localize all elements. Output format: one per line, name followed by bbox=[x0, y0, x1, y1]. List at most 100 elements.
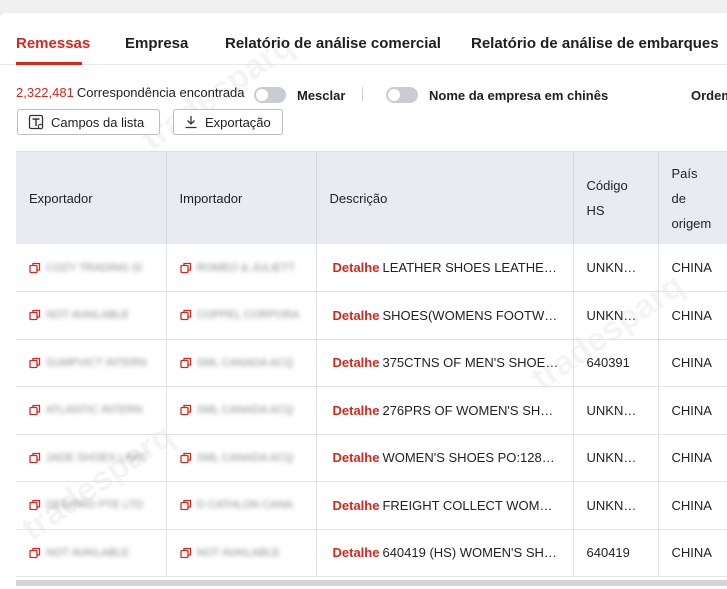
cell-importer[interactable]: SML CANADA ACQ bbox=[166, 434, 317, 482]
cell-description: Detalhe 276PRS OF WOMEN'S SHOES PO bbox=[316, 386, 574, 435]
chinese-name-toggle-label: Nome da empresa em chinês bbox=[429, 88, 609, 103]
open-company-icon[interactable] bbox=[179, 309, 192, 321]
importer-name[interactable]: NOT AVAILABLE bbox=[197, 547, 280, 559]
tab-bar: Remessas Empresa Relatório de análise co… bbox=[0, 13, 727, 65]
open-company-icon[interactable] bbox=[179, 404, 192, 416]
tab-commercial-report[interactable]: Relatório de análise comercial bbox=[225, 35, 441, 52]
cell-description: Detalhe SHOES(WOMENS FOOTWEAR) bbox=[316, 291, 574, 340]
column-header-description[interactable]: Descrição bbox=[316, 152, 574, 244]
exporter-name[interactable]: JADE SHOES LIMIT bbox=[46, 452, 147, 464]
cell-exporter[interactable]: ATLANTIC INTERN bbox=[16, 386, 167, 435]
export-button[interactable]: Exportação bbox=[173, 109, 283, 135]
cell-exporter[interactable]: NOT AVAILABLE bbox=[16, 291, 167, 340]
importer-name[interactable]: D CATHLON CANA bbox=[197, 499, 293, 511]
tab-empresa[interactable]: Empresa bbox=[125, 35, 188, 52]
cell-hs-code: UNKNOWN bbox=[573, 291, 659, 340]
open-company-icon[interactable] bbox=[29, 547, 41, 559]
column-header-origin[interactable]: País de origem bbox=[658, 152, 727, 244]
cell-importer[interactable]: NOT AVAILABLE bbox=[166, 529, 317, 577]
detail-link[interactable]: Detalhe bbox=[333, 403, 380, 418]
cell-importer[interactable]: SML CANADA ACQ bbox=[166, 339, 317, 387]
detail-link[interactable]: Detalhe bbox=[333, 355, 380, 370]
cell-hs-code: UNKNOWN bbox=[573, 244, 659, 292]
open-company-icon[interactable] bbox=[179, 262, 192, 274]
cell-exporter[interactable]: NOT AVAILABLE bbox=[16, 529, 167, 577]
cell-description: DetalheLEATHER SHOES LEATHER SLIPPERS bbox=[316, 244, 574, 292]
detail-link[interactable]: Detalhe bbox=[333, 545, 380, 560]
importer-name[interactable]: SML CANADA ACQ bbox=[197, 404, 294, 416]
main-panel: tradesparq tradesparq tradesparq Remessa… bbox=[0, 13, 727, 589]
table-row: JADE SHOES LIMIT SML CANADA ACQ Detalhe WOM… bbox=[16, 434, 727, 482]
description-text: 276PRS OF WOMEN'S SHOES PO bbox=[382, 402, 573, 418]
list-settings-icon bbox=[28, 114, 44, 130]
export-label: Exportação bbox=[205, 114, 271, 130]
open-company-icon[interactable] bbox=[29, 262, 41, 274]
result-count-number: 2,322,481 bbox=[16, 85, 74, 100]
importer-name[interactable]: SML CANADA ACQ bbox=[197, 357, 294, 369]
open-company-icon[interactable] bbox=[179, 357, 192, 369]
exporter-name[interactable]: ATLANTIC INTERN bbox=[46, 404, 142, 416]
importer-name[interactable]: ROMEO & JULIETT bbox=[197, 262, 295, 274]
cell-importer[interactable]: SML CANADA ACQ bbox=[166, 386, 317, 435]
exporter-name[interactable]: NOT AVAILABLE bbox=[46, 309, 129, 321]
importer-name[interactable]: SML CANADA ACQ bbox=[197, 452, 294, 464]
open-company-icon[interactable] bbox=[179, 499, 192, 511]
open-company-icon[interactable] bbox=[29, 404, 41, 416]
cell-exporter[interactable]: JADE SHOES LIMIT bbox=[16, 434, 167, 482]
cell-origin: CHINA bbox=[658, 481, 727, 530]
detail-link[interactable]: Detalhe bbox=[333, 308, 380, 323]
exporter-name[interactable]: SUMPVICT INTERN bbox=[46, 357, 147, 369]
open-company-icon[interactable] bbox=[29, 499, 41, 511]
cell-origin: CHINA bbox=[658, 386, 727, 435]
open-company-icon[interactable] bbox=[179, 547, 192, 559]
download-icon bbox=[185, 116, 197, 129]
description-text: SHOES(WOMENS FOOTWEAR) bbox=[382, 307, 573, 323]
list-fields-button[interactable]: Campos da lista bbox=[17, 109, 160, 135]
description-text: LEATHER SHOES LEATHER SLIPPERS bbox=[382, 260, 573, 275]
description-text: 640419 (HS) WOMEN'S SHOES bbox=[382, 545, 572, 561]
exporter-name[interactable]: NOT AVAILABLE bbox=[46, 547, 129, 559]
cell-origin: CHINA bbox=[658, 529, 727, 577]
cell-exporter[interactable]: SUMPVICT INTERN bbox=[16, 339, 167, 387]
column-header-importer[interactable]: Importador bbox=[166, 152, 317, 244]
tab-remessas[interactable]: Remessas bbox=[16, 35, 90, 52]
detail-link[interactable]: Detalhe bbox=[333, 260, 380, 275]
importer-name[interactable]: COPPEL CORPORA bbox=[197, 309, 300, 321]
cell-importer[interactable]: D CATHLON CANA bbox=[166, 481, 317, 530]
cell-importer[interactable]: ROMEO & JULIETT bbox=[166, 244, 317, 292]
table-row: NOT AVAILABLE COPPEL CORPORA Detalhe SHOES(… bbox=[16, 291, 727, 340]
description-text: 375CTNS OF MEN'S SHOES PO bbox=[382, 355, 573, 371]
merge-toggle-label: Mesclar bbox=[297, 88, 346, 103]
cell-origin: CHINA bbox=[658, 339, 727, 387]
horizontal-scrollbar[interactable] bbox=[16, 580, 727, 586]
cell-description: DetalheFREIGHT COLLECT WOMEN'S SHOES bbox=[316, 481, 574, 530]
open-company-icon[interactable] bbox=[179, 452, 192, 464]
exporter-name[interactable]: DESIPRO PTE LTD bbox=[46, 499, 143, 511]
cell-description: Detalhe 375CTNS OF MEN'S SHOES PO bbox=[316, 339, 574, 387]
open-company-icon[interactable] bbox=[29, 357, 41, 369]
chinese-name-toggle[interactable] bbox=[386, 87, 418, 103]
sort-order-label[interactable]: Ordem bbox=[691, 88, 727, 103]
shipments-table: Exportador Importador Descrição Código H… bbox=[16, 151, 727, 589]
cell-origin: CHINA bbox=[658, 434, 727, 482]
exporter-name[interactable]: COZY TRADING SI bbox=[46, 262, 142, 274]
detail-link[interactable]: Detalhe bbox=[333, 450, 380, 465]
cell-hs-code: 640391 bbox=[573, 339, 659, 387]
cell-exporter[interactable]: DESIPRO PTE LTD bbox=[16, 481, 167, 530]
open-company-icon[interactable] bbox=[29, 452, 41, 464]
merge-toggle[interactable] bbox=[254, 87, 286, 103]
cell-exporter[interactable]: COZY TRADING SI bbox=[16, 244, 167, 292]
cell-origin: CHINA bbox=[658, 244, 727, 292]
detail-link[interactable]: Detalhe bbox=[333, 498, 380, 513]
column-header-exporter[interactable]: Exportador bbox=[16, 152, 167, 244]
table-row: SUMPVICT INTERN SML CANADA ACQ Detalhe 375C… bbox=[16, 339, 727, 387]
cell-importer[interactable]: COPPEL CORPORA bbox=[166, 291, 317, 340]
cell-hs-code: UNKNOWN bbox=[573, 386, 659, 435]
tab-shipment-report[interactable]: Relatório de análise de embarques bbox=[471, 35, 719, 52]
column-header-hs-code[interactable]: Código HS bbox=[573, 152, 659, 244]
description-text: FREIGHT COLLECT WOMEN'S SHOES bbox=[382, 497, 572, 513]
table-row: NOT AVAILABLE NOT AVAILABLE Detalhe 640419 … bbox=[16, 529, 727, 577]
result-count: 2,322,481 Correspondência encontrada bbox=[16, 85, 245, 100]
open-company-icon[interactable] bbox=[29, 309, 41, 321]
description-text: WOMEN'S SHOES PO:128446V bbox=[382, 450, 573, 466]
